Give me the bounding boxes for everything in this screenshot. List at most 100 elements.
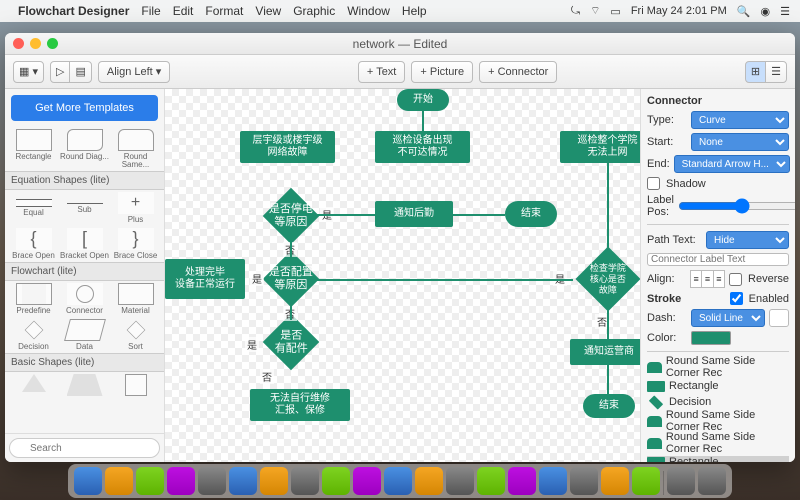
clock[interactable]: Fri May 24 2:01 PM [631, 5, 727, 17]
node-e2[interactable]: 结束 [583, 394, 635, 418]
dash-width-input[interactable] [769, 309, 789, 327]
node-d2[interactable]: 是否配置 等原因 [263, 251, 320, 308]
menu-graphic[interactable]: Graphic [293, 4, 335, 18]
dock-app-icon[interactable] [384, 467, 412, 495]
node-e1[interactable]: 结束 [505, 201, 557, 227]
shape-round-same[interactable]: Round Same... [111, 129, 160, 169]
shadow-checkbox[interactable] [647, 177, 660, 190]
node-d1[interactable]: 是否停电 等原因 [263, 188, 320, 245]
node-dR[interactable]: 检查学院 核心是否 故障 [575, 246, 640, 311]
labelpos-slider[interactable] [678, 199, 795, 213]
wifi-icon[interactable]: ⌔ [590, 4, 600, 18]
menu-file[interactable]: File [141, 4, 160, 18]
shape-bracket-open[interactable]: Bracket Open [60, 228, 109, 260]
shape-square[interactable] [111, 374, 160, 396]
dock-app-icon[interactable] [632, 467, 660, 495]
shape-rectangle[interactable]: Rectangle [9, 129, 58, 169]
dock-downloads-icon[interactable] [667, 467, 695, 495]
node-start[interactable]: 开始 [397, 89, 449, 111]
list-item[interactable]: Round Same Side Corner Rec [647, 412, 789, 430]
dock-app-icon[interactable] [136, 467, 164, 495]
node-n3[interactable]: 巡检整个学院 无法上网 [560, 131, 640, 163]
list-item[interactable]: Decision [647, 396, 789, 408]
dock-app-icon[interactable] [229, 467, 257, 495]
add-picture-button[interactable]: + Picture [411, 61, 473, 83]
grid-view-button[interactable]: ⊞ [745, 61, 766, 83]
shape-data[interactable]: Data [60, 319, 109, 351]
notification-icon[interactable]: ☰ [780, 5, 790, 18]
node-n4[interactable]: 无法自行维修 汇报、保修 [250, 389, 350, 421]
menu-help[interactable]: Help [402, 4, 427, 18]
dock-app-icon[interactable] [508, 467, 536, 495]
list-item[interactable]: Round Same Side Corner Rec [647, 358, 789, 376]
menu-window[interactable]: Window [347, 4, 390, 18]
close-button[interactable] [13, 38, 24, 49]
list-item[interactable]: Round Same Side Corner Rec [647, 434, 789, 452]
shape-trapezoid[interactable] [60, 374, 109, 396]
battery-icon[interactable]: ▭ [610, 5, 620, 18]
dock-app-icon[interactable] [353, 467, 381, 495]
cat-flowchart[interactable]: Flowchart (lite) [5, 262, 164, 281]
canvas[interactable]: 开始 层宇级或楼宇级 网络故障 巡检设备出现 不可达情况 巡检整个学院 无法上网… [165, 89, 640, 462]
shape-sort[interactable]: Sort [111, 319, 160, 351]
spotlight-icon[interactable]: 🔍 [737, 5, 751, 18]
dock-app-icon[interactable] [570, 467, 598, 495]
dock-app-icon[interactable] [322, 467, 350, 495]
node-n2[interactable]: 巡检设备出现 不可达情况 [375, 131, 470, 163]
shape-sub[interactable]: Sub [60, 192, 109, 224]
siri-icon[interactable]: ◉ [761, 5, 771, 18]
fastswitch-icon[interactable]: ⤿ [571, 5, 580, 18]
shape-predefine[interactable]: Predefine [9, 283, 58, 315]
dock-finder-icon[interactable] [74, 467, 102, 495]
shape-triangle[interactable] [9, 374, 58, 396]
node-r1[interactable]: 通知后勤 [375, 201, 453, 227]
menu-format[interactable]: Format [205, 4, 243, 18]
align-button[interactable]: Align Left ▾ [98, 61, 170, 83]
dock-app-icon[interactable] [415, 467, 443, 495]
color-swatch[interactable] [691, 331, 731, 345]
dock-app-icon[interactable] [477, 467, 505, 495]
cat-equation[interactable]: Equation Shapes (lite) [5, 171, 164, 190]
node-d3[interactable]: 是否 有配件 [263, 314, 320, 371]
dash-select[interactable]: Solid Line [691, 309, 765, 327]
get-templates-button[interactable]: Get More Templates [11, 95, 158, 121]
align-right-icon[interactable]: ≡ [713, 270, 725, 288]
shape-equal[interactable]: Equal [9, 192, 58, 224]
grid-toggle[interactable]: ▤ [69, 61, 91, 83]
reverse-checkbox[interactable] [729, 273, 742, 286]
shape-brace-open[interactable]: Brace Open [9, 228, 58, 260]
menu-edit[interactable]: Edit [173, 4, 194, 18]
add-text-button[interactable]: + Text [358, 61, 405, 83]
cat-basic[interactable]: Basic Shapes (lite) [5, 353, 164, 372]
list-item[interactable]: Rectangle [647, 456, 789, 462]
toolbar-templates-icon[interactable]: ▦ ▾ [13, 61, 44, 83]
dock-app-icon[interactable] [105, 467, 133, 495]
type-select[interactable]: Curve [691, 111, 789, 129]
connector-label-input[interactable] [647, 253, 789, 266]
dock-app-icon[interactable] [167, 467, 195, 495]
node-left[interactable]: 处理完毕 设备正常运行 [165, 259, 245, 299]
minimize-button[interactable] [30, 38, 41, 49]
zoom-button[interactable] [47, 38, 58, 49]
dock-app-icon[interactable] [291, 467, 319, 495]
menu-view[interactable]: View [255, 4, 281, 18]
shape-decision[interactable]: Decision [9, 319, 58, 351]
pathtext-select[interactable]: Hide [706, 231, 789, 249]
dock-app-icon[interactable] [601, 467, 629, 495]
shape-round-diag[interactable]: Round Diag... [60, 129, 109, 169]
dock-trash-icon[interactable] [698, 467, 726, 495]
start-select[interactable]: None [691, 133, 789, 151]
node-r2[interactable]: 通知运营商 [570, 339, 640, 365]
shape-brace-close[interactable]: Brace Close [111, 228, 160, 260]
menu-app[interactable]: Flowchart Designer [18, 4, 129, 18]
pointer-tool[interactable]: ▷ [50, 61, 70, 83]
end-select[interactable]: Standard Arrow H... [674, 155, 790, 173]
shape-connector[interactable]: Connector [60, 283, 109, 315]
dock-app-icon[interactable] [260, 467, 288, 495]
sidebar-search-input[interactable] [9, 438, 160, 458]
node-n1[interactable]: 层宇级或楼宇级 网络故障 [240, 131, 335, 163]
enabled-checkbox[interactable] [730, 292, 743, 305]
list-item[interactable]: Rectangle [647, 380, 789, 392]
shape-material[interactable]: Material [111, 283, 160, 315]
list-view-button[interactable]: ☰ [765, 61, 787, 83]
